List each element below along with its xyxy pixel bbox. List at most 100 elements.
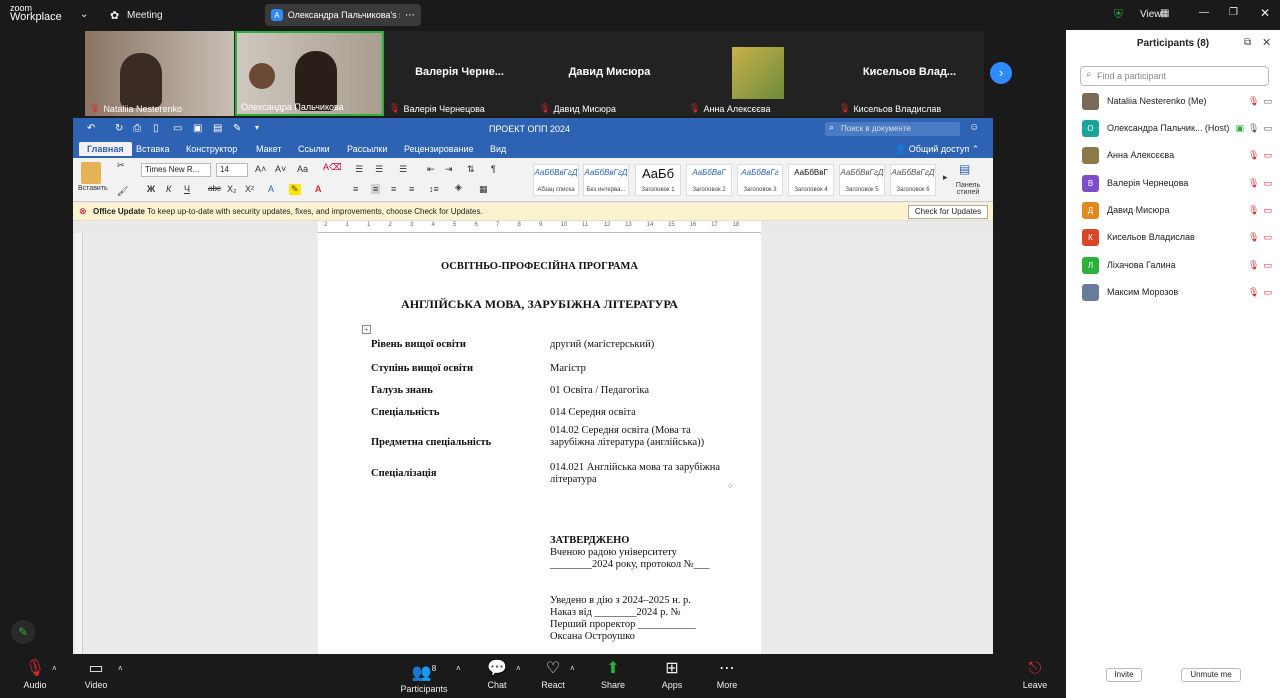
sort-icon[interactable]: ⇅ bbox=[467, 164, 475, 175]
highlight-icon[interactable]: ✎ bbox=[289, 184, 301, 195]
shrink-font-icon[interactable]: A˅ bbox=[275, 164, 286, 174]
mic-muted-icon[interactable]: 🎙 bbox=[1248, 287, 1259, 298]
video-options-caret[interactable]: ˄ bbox=[118, 664, 123, 673]
tab-review[interactable]: Рецензирование bbox=[404, 144, 474, 154]
video-tile[interactable]: 🎙 Анна Алексєєва bbox=[685, 31, 834, 116]
participants-button[interactable]: 👥8 Participants bbox=[394, 658, 454, 694]
mic-muted-icon[interactable]: 🎙 bbox=[1248, 260, 1259, 271]
align-right-icon[interactable]: ≡ bbox=[391, 184, 396, 194]
image-icon[interactable]: ▣ bbox=[193, 123, 202, 134]
chat-button[interactable]: 💬 Chat bbox=[467, 658, 527, 690]
clear-format-icon[interactable]: A⌫ bbox=[323, 162, 342, 173]
document-page[interactable]: ОСВІТНЬО-ПРОФЕСІЙНА ПРОГРАМА АНГЛІЙСЬКА … bbox=[318, 233, 761, 654]
paste-icon[interactable] bbox=[81, 162, 101, 184]
redo-icon[interactable]: ↻ bbox=[115, 123, 123, 134]
line-spacing-icon[interactable]: ↕≡ bbox=[429, 184, 439, 194]
maximize-icon[interactable]: ❐ bbox=[1229, 7, 1238, 18]
tab-view[interactable]: Вид bbox=[490, 144, 506, 154]
next-page-arrow-icon[interactable]: › bbox=[990, 62, 1012, 84]
increase-indent-icon[interactable]: ⇥ bbox=[445, 164, 453, 175]
video-tile[interactable]: 🎙 Nataliia Nesterenko bbox=[85, 31, 234, 116]
table-resize-handle-icon[interactable]: ○ bbox=[728, 482, 732, 490]
font-name-select[interactable]: Times New R... bbox=[141, 163, 211, 177]
format-painter-icon[interactable]: 🖌 bbox=[117, 186, 128, 197]
mic-muted-icon[interactable]: 🎙 bbox=[1248, 232, 1259, 243]
style-card[interactable]: АаБбВвГг Заголовок 3 bbox=[737, 164, 783, 196]
leave-button[interactable]: ⎋ Leave bbox=[1005, 658, 1065, 690]
style-card[interactable]: АаБбВвГгД Абзац списка bbox=[533, 164, 579, 196]
camera-off-icon[interactable]: ▭ bbox=[1263, 232, 1272, 243]
justify-icon[interactable]: ≡ bbox=[409, 184, 414, 194]
tab-mailings[interactable]: Рассылки bbox=[347, 144, 387, 154]
more-options-icon[interactable]: ⋯ bbox=[405, 10, 415, 21]
paste-label[interactable]: Вставить bbox=[78, 185, 108, 192]
react-button[interactable]: ♡ React bbox=[523, 658, 583, 690]
font-size-select[interactable]: 14 bbox=[216, 163, 248, 177]
popout-icon[interactable]: ⧉ bbox=[1244, 37, 1251, 48]
shield-icon[interactable]: ⛨ bbox=[1114, 7, 1123, 22]
superscript-button[interactable]: X² bbox=[245, 184, 254, 194]
video-tile[interactable]: Давид Мисюра 🎙 Давид Мисюра bbox=[535, 31, 684, 116]
style-card[interactable]: АаБбВвГгД Без интерва... bbox=[583, 164, 629, 196]
participant-row[interactable]: Максим Морозов 🎙 ▭ bbox=[1082, 282, 1272, 302]
participants-options-caret[interactable]: ˄ bbox=[456, 664, 461, 673]
decrease-indent-icon[interactable]: ⇤ bbox=[427, 164, 435, 175]
text-effects-icon[interactable]: A bbox=[268, 184, 274, 194]
audio-options-caret[interactable]: ˄ bbox=[52, 664, 57, 673]
bullets-icon[interactable]: ☰ bbox=[355, 164, 363, 175]
meeting-label[interactable]: Meeting bbox=[127, 10, 163, 21]
mic-muted-icon[interactable]: 🎙 bbox=[1248, 178, 1259, 189]
table-move-handle-icon[interactable]: + bbox=[362, 325, 371, 334]
horizontal-ruler[interactable]: 2 1 1 2 3 4 5 6 7 8 9 10 11 12 13 14 15 16 17 18 bbox=[318, 221, 761, 233]
chat-options-caret[interactable]: ˄ bbox=[516, 664, 521, 673]
multilevel-icon[interactable]: ☰ bbox=[399, 164, 407, 175]
cut-icon[interactable]: ✂ bbox=[117, 160, 125, 171]
more-button[interactable]: ⋯ More bbox=[697, 658, 757, 690]
align-left-icon[interactable]: ≡ bbox=[353, 184, 358, 194]
tab-home[interactable]: Главная bbox=[79, 142, 132, 156]
participant-row[interactable]: К Кисельов Владислав 🎙 ▭ bbox=[1082, 227, 1272, 247]
vertical-ruler[interactable] bbox=[75, 233, 83, 654]
bold-button[interactable]: Ж bbox=[147, 184, 155, 194]
change-case-icon[interactable]: Aa bbox=[297, 164, 308, 174]
style-card[interactable]: АаБбВвГгД Заголовок 5 bbox=[839, 164, 885, 196]
camera-off-icon[interactable]: ▭ bbox=[1263, 260, 1272, 271]
video-tile[interactable]: Валерія Черне... 🎙 Валерія Чернецова bbox=[385, 31, 534, 116]
close-icon[interactable]: ✕ bbox=[1260, 6, 1270, 20]
underline-button[interactable]: Ч bbox=[184, 184, 190, 194]
share-screen-button[interactable]: ⬆ Share bbox=[583, 658, 643, 690]
tab-references[interactable]: Ссылки bbox=[298, 144, 330, 154]
apps-button[interactable]: ⊞ Apps bbox=[642, 658, 702, 690]
strikethrough-button[interactable]: abc bbox=[208, 184, 221, 193]
undo-icon[interactable]: ↶ bbox=[87, 123, 95, 134]
participant-row[interactable]: Nataliia Nesterenko (Me) 🎙 ▭ bbox=[1082, 91, 1272, 111]
tab-design[interactable]: Конструктор bbox=[186, 144, 237, 154]
grow-font-icon[interactable]: A˄ bbox=[255, 164, 266, 174]
camera-off-icon[interactable]: ▭ bbox=[1263, 287, 1272, 298]
screen-share-pill[interactable]: A Олександра Пальчикова's scree ⋯ bbox=[265, 4, 421, 26]
check-updates-button[interactable]: Check for Updates bbox=[908, 205, 988, 219]
minimize-icon[interactable]: — bbox=[1199, 7, 1209, 18]
styles-more-icon[interactable]: ▸ bbox=[943, 172, 948, 183]
mic-muted-icon[interactable]: 🎙 bbox=[1248, 150, 1259, 161]
invite-button[interactable]: Invite bbox=[1106, 668, 1142, 682]
audio-button[interactable]: 🎙 Audio bbox=[5, 658, 65, 690]
layout-icon[interactable]: ▭ bbox=[173, 123, 182, 134]
participant-search-input[interactable]: Find a participant bbox=[1080, 66, 1269, 86]
share-button[interactable]: 👤 Общий доступ ⌃ bbox=[895, 144, 979, 155]
styles-pane-icon[interactable]: ▤ bbox=[959, 162, 970, 176]
annotate-pen-icon[interactable]: ✎ bbox=[11, 620, 35, 644]
style-card[interactable]: АаБб Заголовок 1 bbox=[635, 164, 681, 196]
mic-muted-icon[interactable]: 🎙 bbox=[1248, 96, 1259, 107]
mic-icon[interactable]: 🎙 bbox=[1248, 123, 1259, 134]
tab-layout[interactable]: Макет bbox=[256, 144, 281, 154]
view-button[interactable]: View bbox=[1140, 9, 1162, 20]
camera-off-icon[interactable]: ▭ bbox=[1263, 178, 1272, 189]
search-input[interactable]: Поиск в документе bbox=[825, 122, 960, 136]
participant-row[interactable]: Л Ліхачова Галина 🎙 ▭ bbox=[1082, 255, 1272, 275]
style-card[interactable]: АаБбВвГгД Заголовок 6 bbox=[890, 164, 936, 196]
mic-muted-icon[interactable]: 🎙 bbox=[1248, 205, 1259, 216]
video-button[interactable]: ▭ Video bbox=[66, 658, 126, 690]
save-icon[interactable]: ▤ bbox=[213, 123, 222, 134]
video-tile-active[interactable]: Олександра Пальчикова bbox=[235, 31, 384, 116]
